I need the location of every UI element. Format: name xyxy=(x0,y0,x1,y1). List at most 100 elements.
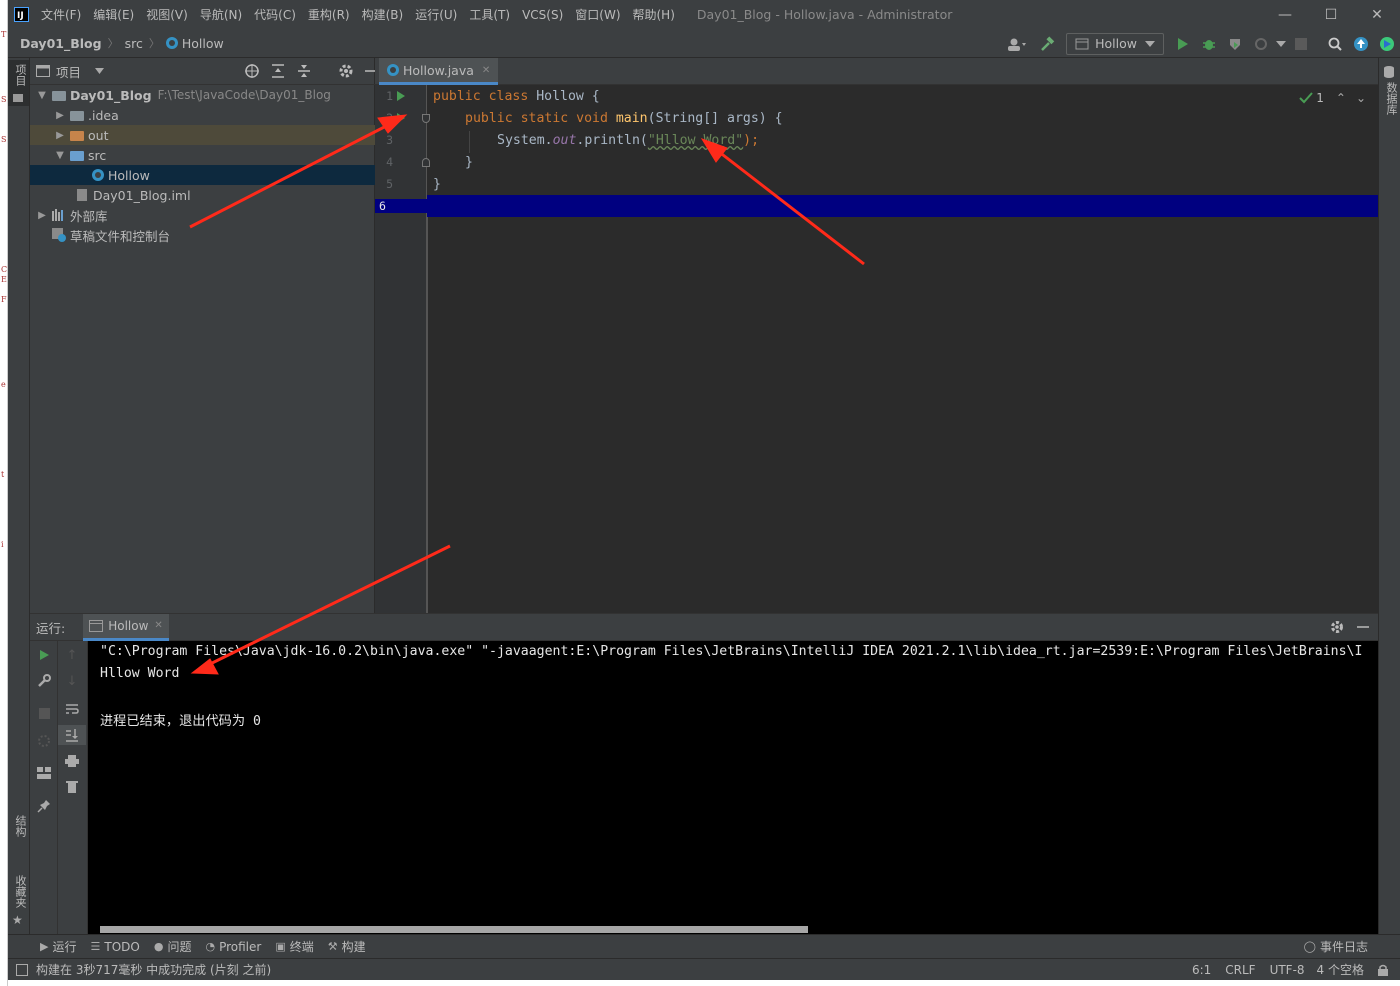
file-encoding[interactable]: UTF-8 xyxy=(1270,963,1305,977)
chevron-right-icon[interactable]: ▶ xyxy=(54,130,66,141)
maximize-button[interactable]: ☐ xyxy=(1308,0,1354,29)
menu-code[interactable]: 代码(C) xyxy=(254,6,296,23)
tree-item-project-root[interactable]: ▼ Day01_Blog F:\Test\JavaCode\Day01_Blog xyxy=(30,85,375,105)
menu-refactor[interactable]: 重构(R) xyxy=(308,6,350,23)
project-tool-tab[interactable]: 项目 xyxy=(8,60,29,106)
close-button[interactable]: ✕ xyxy=(1354,0,1400,29)
menu-run[interactable]: 运行(U) xyxy=(415,6,457,23)
code-line-4[interactable]: } xyxy=(465,152,473,174)
tree-item-scratches[interactable]: 草稿文件和控制台 xyxy=(30,225,375,245)
menu-help[interactable]: 帮助(H) xyxy=(633,6,675,23)
tool-tab-terminal[interactable]: ▣ 终端 xyxy=(275,938,313,955)
horizontal-scrollbar[interactable] xyxy=(100,926,808,933)
build-hammer-icon[interactable] xyxy=(1034,29,1060,58)
fold-marker-icon[interactable] xyxy=(422,114,430,123)
tool-tab-todo[interactable]: ☰ TODO xyxy=(90,940,139,954)
search-icon[interactable] xyxy=(1322,29,1348,58)
status-message[interactable]: 构建在 3秒717毫秒 中成功完成 (片刻 之前) xyxy=(36,961,271,978)
tree-item-iml[interactable]: Day01_Blog.iml xyxy=(30,185,375,205)
tool-tab-profiler[interactable]: ◔ Profiler xyxy=(205,940,261,954)
gear-icon[interactable] xyxy=(338,63,354,79)
soft-wrap-icon[interactable] xyxy=(58,699,86,719)
menu-edit[interactable]: 编辑(E) xyxy=(93,6,134,23)
event-log-tab[interactable]: ◯ 事件日志 xyxy=(1304,938,1368,955)
menu-view[interactable]: 视图(V) xyxy=(146,6,188,23)
expand-all-icon[interactable] xyxy=(270,63,286,79)
editor-tab-hollow-java[interactable]: Hollow.java ✕ xyxy=(379,58,499,85)
debug-bug-icon[interactable] xyxy=(1196,29,1222,58)
menu-navigate[interactable]: 导航(N) xyxy=(200,6,242,23)
status-window-icon[interactable] xyxy=(16,963,28,976)
menu-build[interactable]: 构建(B) xyxy=(362,6,404,23)
chevron-right-icon[interactable]: ▶ xyxy=(54,110,66,121)
collapse-all-icon[interactable] xyxy=(296,63,312,79)
code-line-5[interactable]: } xyxy=(433,174,441,196)
code-line-2[interactable]: public static void main(String[] args) { xyxy=(465,108,783,130)
breadcrumb-separator: 〉 xyxy=(107,37,119,50)
caret-position[interactable]: 6:1 xyxy=(1192,963,1211,977)
menu-window[interactable]: 窗口(W) xyxy=(575,6,620,23)
menu-bar: IJ 文件(F) 编辑(E) 视图(V) 导航(N) 代码(C) 重构(R) 构… xyxy=(8,0,1400,29)
tree-item-external-libraries[interactable]: ▶ 外部库 xyxy=(30,205,375,225)
print-icon[interactable] xyxy=(58,751,86,771)
run-gutter-icon[interactable] xyxy=(397,113,405,123)
project-view-select[interactable]: 项目 xyxy=(36,62,105,81)
run-tab-hollow[interactable]: Hollow ✕ xyxy=(83,613,169,641)
inspection-widget[interactable]: 1 ⌃ ⌄ xyxy=(1299,91,1366,105)
arrow-up-icon[interactable]: ↑ xyxy=(58,645,86,665)
tool-tab-build[interactable]: ⚒ 构建 xyxy=(328,938,366,955)
stop-icon[interactable] xyxy=(30,703,58,723)
gear-icon[interactable] xyxy=(1330,620,1344,634)
tree-item-hollow[interactable]: Hollow xyxy=(30,165,375,185)
chevron-down-icon[interactable]: ▼ xyxy=(36,90,48,101)
close-tab-icon[interactable]: ✕ xyxy=(154,620,162,631)
structure-tool-tab[interactable]: 结构 xyxy=(8,813,29,857)
fold-marker-icon[interactable] xyxy=(422,158,430,167)
indent-setting[interactable]: 4 个空格 xyxy=(1317,961,1364,978)
favorites-tool-tab[interactable]: 收藏夹 ★ xyxy=(8,873,29,929)
wrench-icon[interactable] xyxy=(30,671,58,691)
console-output[interactable]: "C:\Program Files\Java\jdk-16.0.2\bin\ja… xyxy=(88,641,1378,935)
menu-vcs[interactable]: VCS(S) xyxy=(522,8,563,22)
user-account-icon[interactable] xyxy=(1000,29,1034,58)
line-separator[interactable]: CRLF xyxy=(1225,963,1255,977)
tool-tab-run[interactable]: ▶ 运行 xyxy=(40,938,76,955)
code-line-3[interactable]: System.out.println("Hllow Word"); xyxy=(497,130,759,152)
chevron-down-icon[interactable]: ▼ xyxy=(54,150,66,161)
previous-highlight-chevron-up-icon[interactable]: ⌃ xyxy=(1336,91,1346,105)
run-configuration-select[interactable]: Hollow xyxy=(1066,32,1164,55)
trash-icon[interactable] xyxy=(58,776,86,796)
tool-tab-problems[interactable]: ● 问题 xyxy=(154,938,192,955)
profiler-run-icon[interactable] xyxy=(1248,29,1274,58)
database-tool-tab[interactable]: 数据库 xyxy=(1379,62,1400,122)
scroll-to-end-icon[interactable] xyxy=(58,725,86,745)
dump-threads-icon[interactable] xyxy=(30,731,58,751)
breadcrumb-project[interactable]: Day01_Blog xyxy=(20,36,102,51)
coverage-icon[interactable] xyxy=(1222,29,1248,58)
minimize-button[interactable]: — xyxy=(1262,0,1308,29)
rerun-icon[interactable] xyxy=(30,645,58,665)
breadcrumb-src[interactable]: src xyxy=(125,36,143,51)
jetbrains-toolbox-icon[interactable] xyxy=(1374,29,1400,58)
lock-icon[interactable] xyxy=(1376,964,1390,976)
layout-icon[interactable] xyxy=(30,763,58,783)
pin-icon[interactable] xyxy=(30,796,58,816)
tree-item-idea[interactable]: ▶ .idea xyxy=(30,105,375,125)
run-icon[interactable] xyxy=(1170,29,1196,58)
run-gutter-icon[interactable] xyxy=(397,91,405,101)
code-line-1[interactable]: public class Hollow { xyxy=(433,86,600,108)
stop-icon[interactable] xyxy=(1288,29,1314,58)
update-icon[interactable] xyxy=(1348,29,1374,58)
tree-item-src[interactable]: ▼ src xyxy=(30,145,375,165)
menu-tools[interactable]: 工具(T) xyxy=(469,6,510,23)
arrow-down-icon[interactable]: ↓ xyxy=(58,671,86,691)
hide-minus-icon[interactable] xyxy=(1356,620,1370,634)
chevron-right-icon[interactable]: ▶ xyxy=(36,210,48,221)
close-tab-icon[interactable]: ✕ xyxy=(482,65,490,76)
locate-target-icon[interactable] xyxy=(244,63,260,79)
menu-file[interactable]: 文件(F) xyxy=(41,6,81,23)
next-highlight-chevron-down-icon[interactable]: ⌄ xyxy=(1356,91,1366,105)
breadcrumb-hollow[interactable]: Hollow xyxy=(182,36,224,51)
tree-item-out[interactable]: ▶ out xyxy=(30,125,375,145)
more-run-chevron-icon[interactable] xyxy=(1274,29,1288,58)
